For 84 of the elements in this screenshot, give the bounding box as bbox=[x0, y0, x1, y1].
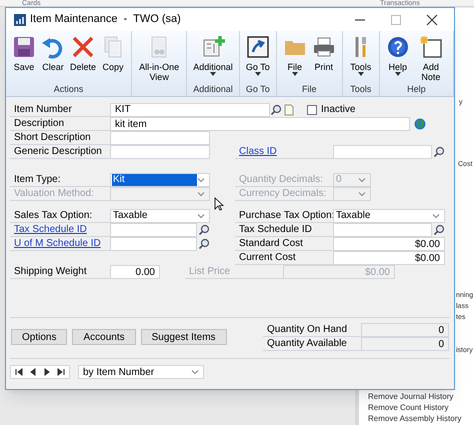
lookup-field[interactable] bbox=[110, 223, 197, 237]
field-label: Short Description bbox=[14, 131, 91, 145]
field-label: Currency Decimals: bbox=[239, 187, 326, 201]
field-label: Description bbox=[14, 117, 64, 131]
first-record-icon[interactable] bbox=[15, 368, 23, 376]
caret-icon bbox=[210, 72, 216, 76]
ribbon-button[interactable]: Save bbox=[11, 31, 37, 83]
field-label: Standard Cost bbox=[239, 237, 303, 251]
dropdown-value: 0 bbox=[335, 174, 343, 186]
ribbon-button[interactable]: Add Note bbox=[414, 31, 448, 83]
lookup-field[interactable] bbox=[110, 237, 197, 251]
ribbon-group-label: Actions bbox=[54, 83, 84, 96]
dropdown-value: Taxable bbox=[112, 210, 148, 222]
search-icon[interactable] bbox=[270, 104, 282, 116]
field-label: Valuation Method: bbox=[14, 187, 94, 201]
caret-icon bbox=[254, 72, 261, 76]
field-label: Sales Tax Option: bbox=[14, 209, 92, 223]
ribbon-button[interactable]: Clear bbox=[40, 31, 66, 83]
amount-field: $0.00 bbox=[283, 265, 395, 279]
caret-icon bbox=[358, 72, 364, 76]
field-label: Quantity Available bbox=[267, 337, 347, 351]
item-number-field[interactable]: KIT bbox=[110, 102, 270, 116]
ribbon-group-label: Tools bbox=[350, 83, 372, 96]
ribbon-button[interactable]: Print bbox=[310, 31, 337, 83]
ribbon-group-label: Help bbox=[407, 83, 426, 96]
field-label: Quantity On Hand bbox=[267, 323, 348, 337]
dropdown[interactable]: Taxable bbox=[333, 209, 445, 223]
form-button[interactable]: Suggest Items bbox=[140, 329, 227, 345]
ribbon-button[interactable]: Go To bbox=[244, 31, 271, 83]
text-field[interactable] bbox=[110, 145, 210, 159]
amount-field[interactable]: $0.00 bbox=[333, 237, 445, 251]
field-label: Current Cost bbox=[239, 251, 296, 265]
search-icon[interactable] bbox=[433, 146, 445, 158]
field-label: List Price bbox=[189, 265, 230, 279]
amount-field[interactable]: $0.00 bbox=[333, 251, 445, 265]
ribbon-group-label: File bbox=[302, 83, 317, 96]
sort-dropdown[interactable]: by Item Number bbox=[78, 365, 204, 379]
field-link[interactable]: Tax Schedule ID bbox=[14, 222, 87, 237]
last-record-icon[interactable] bbox=[57, 368, 65, 376]
ribbon-button[interactable]: Tools bbox=[348, 31, 374, 83]
form-button[interactable]: Accounts bbox=[72, 329, 136, 345]
search-icon[interactable] bbox=[198, 224, 210, 236]
lookup-field[interactable] bbox=[333, 145, 432, 159]
caret-icon bbox=[292, 72, 298, 76]
form-button[interactable]: Options bbox=[11, 329, 68, 345]
field-label: Item Number bbox=[14, 102, 72, 116]
text-field[interactable] bbox=[110, 131, 210, 145]
caret-icon bbox=[394, 72, 401, 76]
quantity-field: 0 bbox=[361, 337, 449, 351]
quantity-field: 0 bbox=[361, 323, 449, 337]
caret-icon bbox=[432, 212, 440, 220]
ribbon-group-label: Additional bbox=[193, 83, 233, 96]
field-label: Tax Schedule ID bbox=[239, 223, 312, 237]
description-field[interactable]: kit item bbox=[110, 117, 410, 131]
field-label: Purchase Tax Option: bbox=[239, 209, 334, 223]
window-title: Item Maintenance - TWO (sa) bbox=[30, 12, 181, 28]
search-icon[interactable] bbox=[433, 224, 445, 236]
dropdown-value: Kit bbox=[112, 174, 197, 186]
amount-field[interactable]: 0.00 bbox=[110, 265, 160, 279]
checkbox-label: Inactive bbox=[321, 103, 356, 117]
app-icon bbox=[14, 14, 26, 26]
caret-icon bbox=[197, 212, 205, 220]
field-label: Generic Description bbox=[14, 145, 102, 159]
lookup-field[interactable] bbox=[333, 223, 432, 237]
previous-record-icon[interactable] bbox=[29, 368, 37, 376]
field-label: Shipping Weight bbox=[14, 265, 87, 279]
caret-icon bbox=[191, 368, 199, 376]
field-label: Quantity Decimals: bbox=[239, 173, 323, 187]
ribbon-button[interactable]: Delete bbox=[69, 31, 98, 83]
dropdown[interactable]: Taxable bbox=[110, 209, 210, 223]
dropdown-value: Taxable bbox=[335, 210, 372, 222]
ribbon-button[interactable]: File bbox=[282, 31, 308, 83]
cursor-icon bbox=[214, 197, 224, 211]
ribbon-button[interactable]: Additional bbox=[192, 31, 234, 83]
ribbon-group-label: Go To bbox=[246, 83, 270, 96]
globe-icon[interactable] bbox=[414, 118, 426, 130]
close-icon[interactable] bbox=[426, 14, 438, 26]
field-link[interactable]: U of M Schedule ID bbox=[14, 236, 101, 251]
checkbox[interactable] bbox=[307, 104, 317, 114]
field-link[interactable]: Class ID bbox=[239, 144, 277, 159]
search-icon[interactable] bbox=[198, 238, 210, 250]
field-label: Item Type: bbox=[14, 173, 61, 187]
next-record-icon[interactable] bbox=[43, 368, 51, 376]
ribbon-button[interactable]: Help bbox=[384, 31, 411, 83]
